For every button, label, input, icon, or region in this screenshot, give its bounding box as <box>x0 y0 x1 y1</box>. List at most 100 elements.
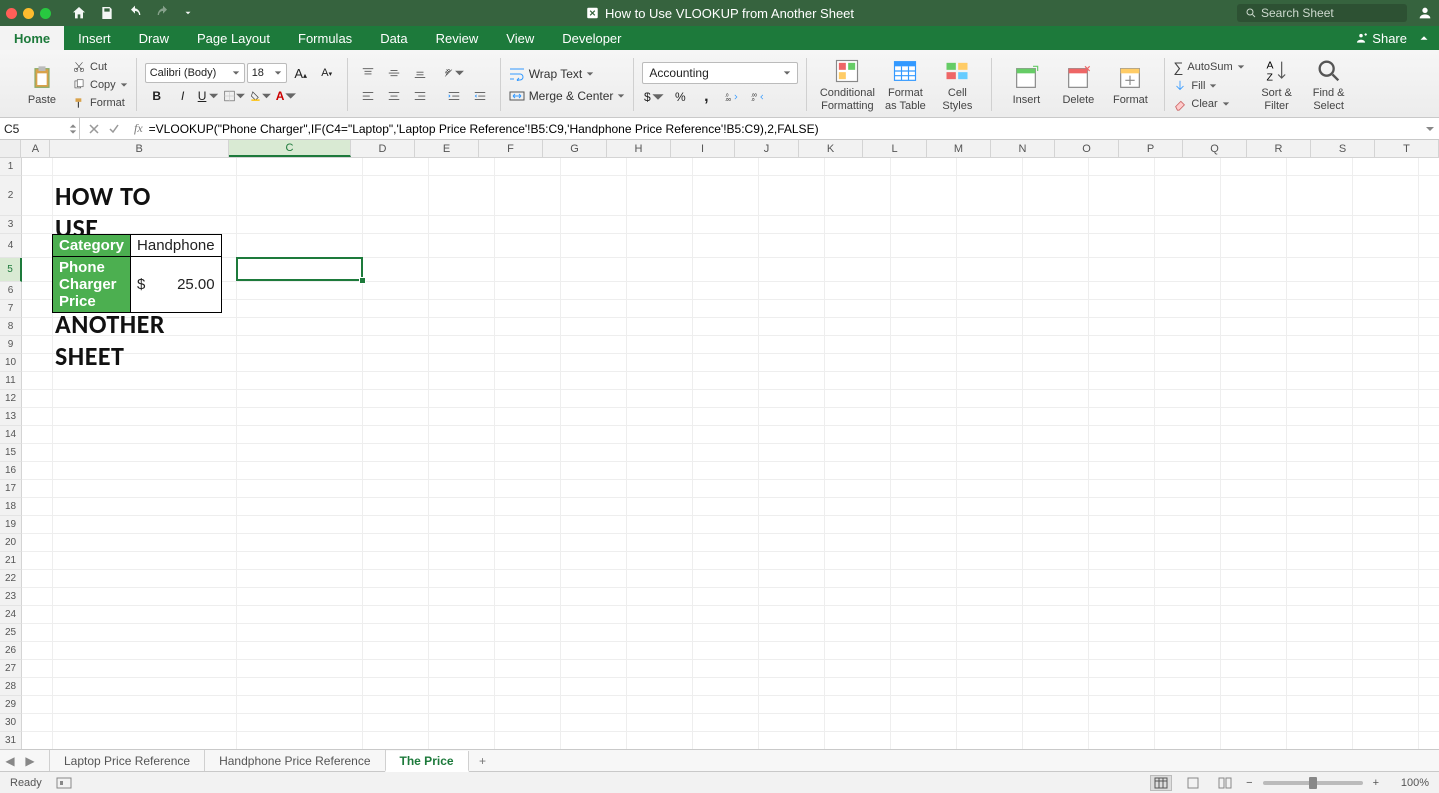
row-header-19[interactable]: 19 <box>0 516 22 534</box>
row-header-30[interactable]: 30 <box>0 714 22 732</box>
tab-insert[interactable]: Insert <box>64 26 125 50</box>
align-bottom-button[interactable] <box>408 63 432 83</box>
account-icon[interactable] <box>1417 5 1433 21</box>
add-sheet-button[interactable]: + <box>469 754 497 768</box>
col-header-m[interactable]: M <box>927 140 991 157</box>
col-header-g[interactable]: G <box>543 140 607 157</box>
redo-icon[interactable] <box>155 5 171 21</box>
find-select-button[interactable]: Find & Select <box>1303 57 1355 111</box>
qat-more-icon[interactable] <box>183 8 193 18</box>
format-as-table-button[interactable]: Format as Table <box>879 57 931 111</box>
conditional-formatting-button[interactable]: Conditional Formatting <box>815 57 879 111</box>
view-normal-button[interactable] <box>1150 775 1172 791</box>
format-painter-button[interactable]: Format <box>72 96 128 110</box>
col-header-s[interactable]: S <box>1311 140 1375 157</box>
namebox-stepper[interactable] <box>69 123 77 135</box>
row-header-11[interactable]: 11 <box>0 372 22 390</box>
col-header-e[interactable]: E <box>415 140 479 157</box>
align-left-button[interactable] <box>356 86 380 106</box>
italic-button[interactable]: I <box>171 86 195 106</box>
row-header-14[interactable]: 14 <box>0 426 22 444</box>
font-name-select[interactable]: Calibri (Body) <box>145 63 245 83</box>
cell-styles-button[interactable]: Cell Styles <box>931 57 983 111</box>
col-header-f[interactable]: F <box>479 140 543 157</box>
row-header-15[interactable]: 15 <box>0 444 22 462</box>
number-format-select[interactable]: Accounting <box>642 62 798 84</box>
tab-draw[interactable]: Draw <box>125 26 183 50</box>
select-all-corner[interactable] <box>0 140 21 157</box>
merge-center-button[interactable]: Merge & Center <box>509 89 626 103</box>
sort-filter-button[interactable]: AZSort & Filter <box>1251 57 1303 111</box>
row-header-22[interactable]: 22 <box>0 570 22 588</box>
col-header-h[interactable]: H <box>607 140 671 157</box>
row-header-3[interactable]: 3 <box>0 216 22 234</box>
row-header-23[interactable]: 23 <box>0 588 22 606</box>
col-header-a[interactable]: A <box>21 140 50 157</box>
decrease-font-button[interactable]: A▾ <box>315 63 339 83</box>
bold-button[interactable]: B <box>145 86 169 106</box>
font-size-select[interactable]: 18 <box>247 63 287 83</box>
col-header-l[interactable]: L <box>863 140 927 157</box>
increase-decimal-button[interactable]: .0.00 <box>720 87 744 107</box>
confirm-formula-icon[interactable] <box>108 123 120 135</box>
copy-button[interactable]: Copy <box>72 78 128 92</box>
col-header-c[interactable]: C <box>229 140 351 157</box>
increase-font-button[interactable]: A▴ <box>289 63 313 83</box>
view-page-layout-button[interactable] <box>1182 775 1204 791</box>
cell-c4[interactable]: Handphone <box>131 235 222 257</box>
clear-button[interactable]: Clear <box>1173 97 1244 111</box>
cut-button[interactable]: Cut <box>72 60 128 74</box>
row-header-5[interactable]: 5 <box>0 258 22 282</box>
row-header-4[interactable]: 4 <box>0 234 22 258</box>
macro-recording-icon[interactable] <box>56 777 72 789</box>
row-header-9[interactable]: 9 <box>0 336 22 354</box>
align-right-button[interactable] <box>408 86 432 106</box>
decrease-decimal-button[interactable]: .00.0 <box>746 87 770 107</box>
zoom-thumb[interactable] <box>1309 777 1317 789</box>
tab-review[interactable]: Review <box>422 26 493 50</box>
fill-handle[interactable] <box>359 277 366 284</box>
fill-color-button[interactable] <box>249 86 273 106</box>
col-header-p[interactable]: P <box>1119 140 1183 157</box>
row-header-12[interactable]: 12 <box>0 390 22 408</box>
col-header-b[interactable]: B <box>50 140 228 157</box>
format-cells-button[interactable]: Format <box>1104 64 1156 106</box>
expand-formula-bar[interactable] <box>1421 124 1439 134</box>
sheet-tab-the-price[interactable]: The Price <box>385 751 469 772</box>
sheet-tab-handphone[interactable]: Handphone Price Reference <box>204 750 385 771</box>
zoom-out-button[interactable]: − <box>1246 777 1252 789</box>
percent-format-button[interactable]: % <box>668 87 692 107</box>
row-header-18[interactable]: 18 <box>0 498 22 516</box>
col-header-d[interactable]: D <box>351 140 415 157</box>
view-page-break-button[interactable] <box>1214 775 1236 791</box>
cell-b5[interactable]: Phone Charger Price <box>53 257 131 313</box>
row-header-24[interactable]: 24 <box>0 606 22 624</box>
share-button[interactable]: Share <box>1354 31 1407 46</box>
sheet-tab-laptop[interactable]: Laptop Price Reference <box>49 750 205 771</box>
row-header-25[interactable]: 25 <box>0 624 22 642</box>
close-window[interactable] <box>6 8 17 19</box>
row-header-20[interactable]: 20 <box>0 534 22 552</box>
align-top-button[interactable] <box>356 63 380 83</box>
row-header-10[interactable]: 10 <box>0 354 22 372</box>
row-header-17[interactable]: 17 <box>0 480 22 498</box>
cancel-formula-icon[interactable] <box>88 123 100 135</box>
zoom-slider[interactable] <box>1263 781 1363 785</box>
row-header-29[interactable]: 29 <box>0 696 22 714</box>
maximize-window[interactable] <box>40 8 51 19</box>
font-color-button[interactable]: A <box>275 86 299 106</box>
name-box[interactable]: C5 <box>0 118 80 139</box>
col-header-r[interactable]: R <box>1247 140 1311 157</box>
align-middle-button[interactable] <box>382 63 406 83</box>
tab-formulas[interactable]: Formulas <box>284 26 366 50</box>
row-header-16[interactable]: 16 <box>0 462 22 480</box>
cell-b4[interactable]: Category <box>53 235 131 257</box>
save-icon[interactable] <box>99 5 115 21</box>
home-icon[interactable] <box>71 5 87 21</box>
decrease-indent-button[interactable] <box>442 86 466 106</box>
tab-home[interactable]: Home <box>0 26 64 50</box>
tab-data[interactable]: Data <box>366 26 421 50</box>
borders-button[interactable] <box>223 86 247 106</box>
accounting-format-button[interactable]: $ <box>642 87 666 107</box>
tab-view[interactable]: View <box>492 26 548 50</box>
